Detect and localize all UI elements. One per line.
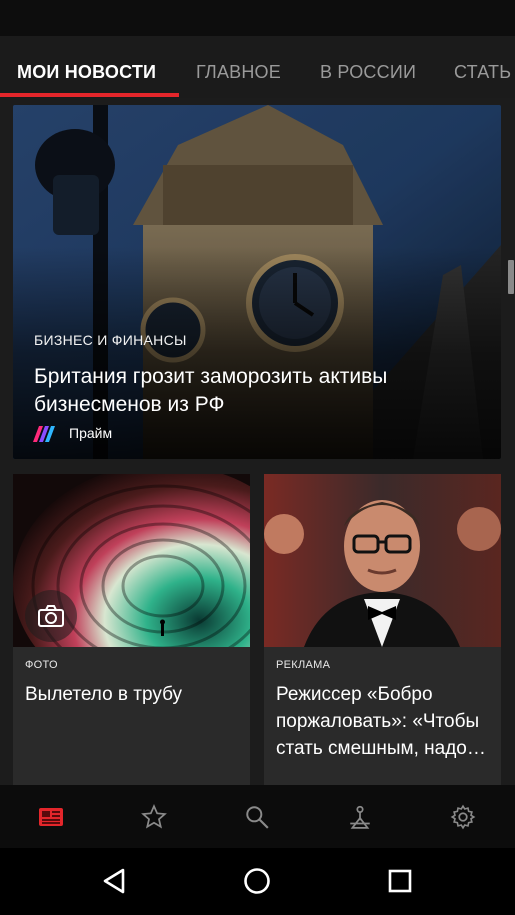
nav-news-button[interactable] [35,801,67,833]
news-feed[interactable]: БИЗНЕС И ФИНАНСЫ Британия грозит замороз… [0,98,515,785]
status-bar [0,0,515,36]
photo-badge [25,590,77,642]
back-button[interactable] [96,863,132,899]
system-navigation-bar [0,848,515,915]
home-button[interactable] [239,863,275,899]
tab-my-news[interactable]: МОИ НОВОСТИ [17,62,156,83]
card-category: РЕКЛАМА [276,659,331,671]
nav-settings-button[interactable] [447,801,479,833]
search-icon [246,806,269,829]
source-name: Прайм [69,425,113,441]
hero-headline[interactable]: Британия грозит заморозить активы бизнес… [34,363,454,419]
article-card-photo[interactable]: ФОТО Вылетело в трубу [13,474,250,785]
camera-icon [38,605,64,627]
tab-articles[interactable]: СТАТЬ [454,62,511,83]
home-icon [244,868,270,894]
active-tab-indicator [0,93,179,97]
star-icon [141,804,167,829]
hero-source[interactable]: Прайм [33,423,112,443]
tab-russia[interactable]: В РОССИИ [320,62,416,83]
back-icon [103,868,125,894]
article-card-ad[interactable]: РЕКЛАМА Режиссер «Бобро поржаловать»: «Ч… [264,474,501,785]
nav-favorites-button[interactable] [138,801,170,833]
scrollbar-thumb[interactable] [508,260,514,294]
praim-logo-icon [33,426,55,442]
card-category: ФОТО [25,659,58,671]
category-tabs: МОИ НОВОСТИ ГЛАВНОЕ В РОССИИ СТАТЬ [0,36,515,98]
director-photo [264,474,501,647]
gear-icon [450,804,476,830]
tab-main[interactable]: ГЛАВНОЕ [196,62,281,83]
card-headline[interactable]: Режиссер «Бобро поржаловать»: «Чтобы ста… [276,681,494,762]
recents-button[interactable] [382,863,418,899]
hero-category: БИЗНЕС И ФИНАНСЫ [34,332,187,348]
recents-icon [388,869,412,893]
news-icon [39,808,63,826]
radar-icon [350,805,370,829]
bottom-navigation [0,785,515,848]
hero-article-card[interactable]: БИЗНЕС И ФИНАНСЫ Британия грозит замороз… [13,105,501,459]
nav-search-button[interactable] [241,801,273,833]
nav-nearby-button[interactable] [344,801,376,833]
card-headline[interactable]: Вылетело в трубу [25,681,243,708]
